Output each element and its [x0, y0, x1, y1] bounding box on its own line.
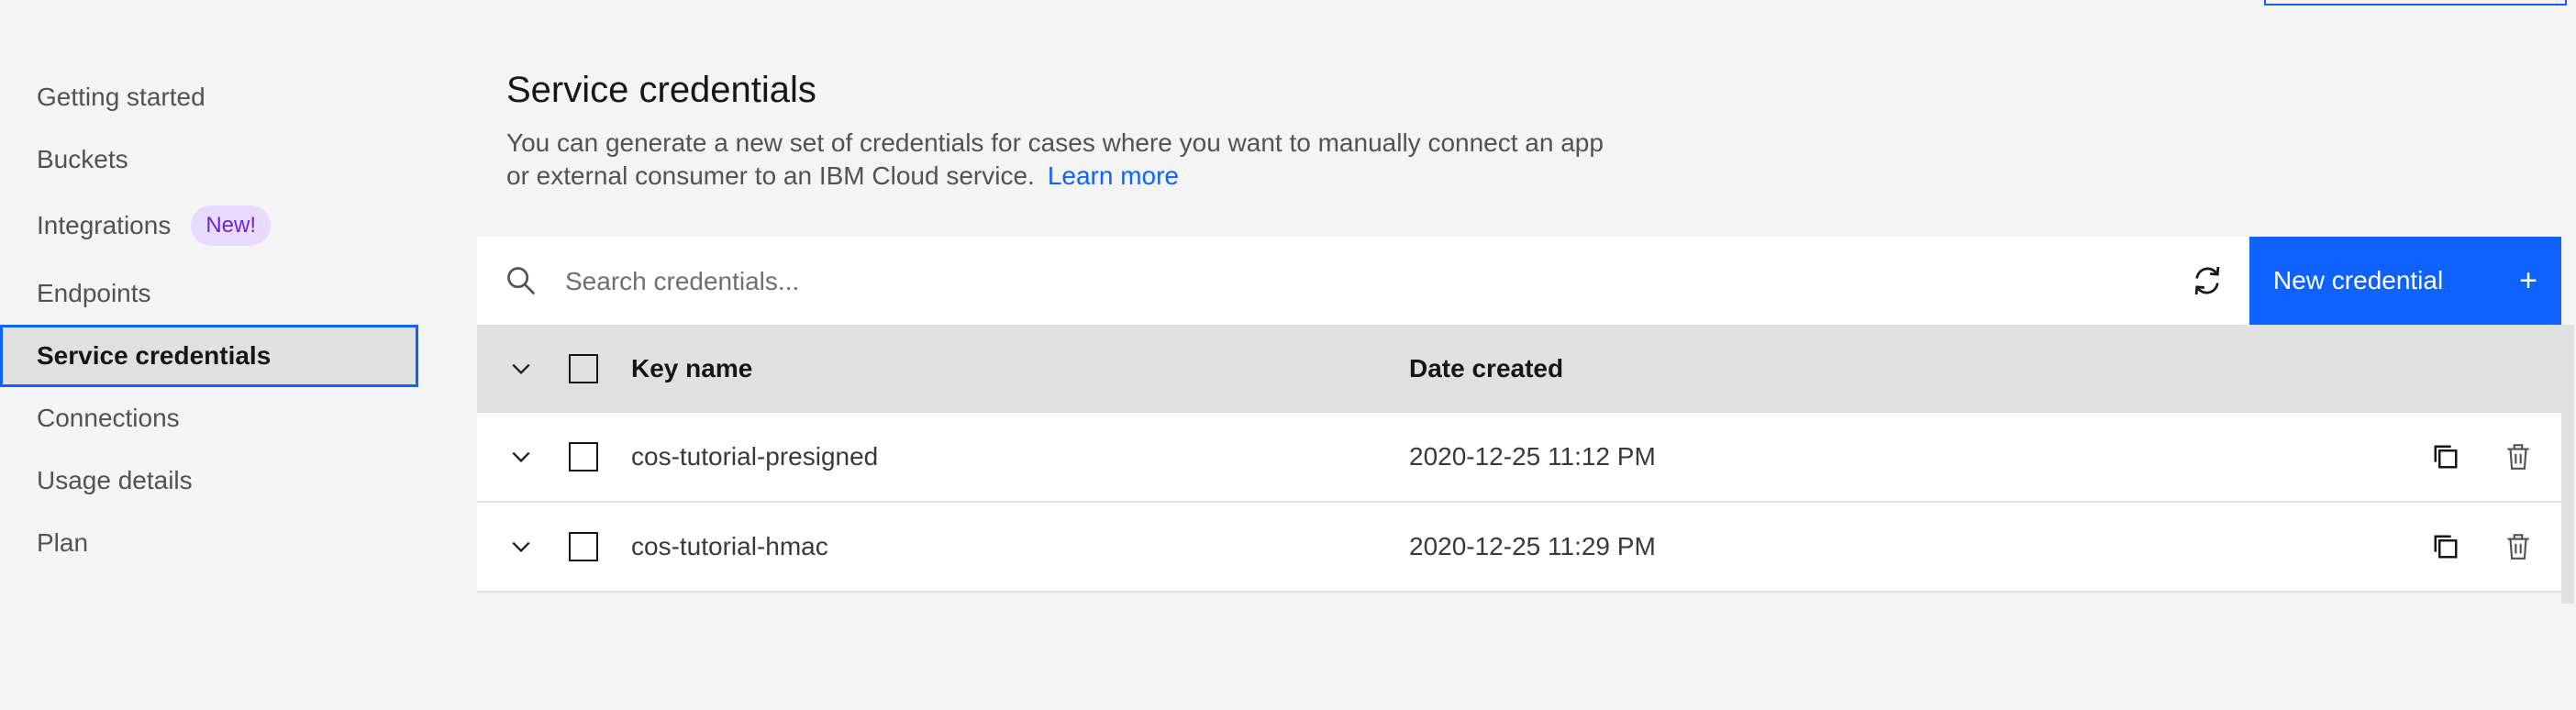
key-name-cell: cos-tutorial-presigned: [631, 442, 879, 471]
sidebar-item-integrations[interactable]: Integrations New!: [0, 194, 418, 257]
table-header-row: Key name Date created: [477, 325, 2561, 413]
plus-icon: +: [2519, 263, 2537, 298]
copy-icon[interactable]: [2429, 440, 2462, 473]
row-checkbox[interactable]: [569, 532, 598, 561]
top-action-button-edge[interactable]: [2264, 0, 2567, 6]
column-header-date-created[interactable]: Date created: [1409, 354, 1563, 383]
sidebar-item-endpoints[interactable]: Endpoints: [0, 262, 418, 325]
sidebar-item-label: Service credentials: [37, 341, 272, 370]
learn-more-link[interactable]: Learn more: [1048, 161, 1179, 190]
select-all-checkbox[interactable]: [569, 354, 598, 383]
credentials-table: Key name Date created cos-tutorial-presi…: [477, 325, 2561, 593]
sidebar-item-plan[interactable]: Plan: [0, 512, 418, 574]
expand-row-chevron-icon[interactable]: [508, 444, 534, 470]
key-name-cell: cos-tutorial-hmac: [631, 532, 828, 560]
page-title: Service credentials: [506, 70, 816, 110]
sidebar-item-connections[interactable]: Connections: [0, 387, 418, 449]
table-row: cos-tutorial-hmac 2020-12-25 11:29 PM: [477, 503, 2561, 593]
new-credential-label: New credential: [2273, 266, 2444, 294]
sidebar-item-label: Connections: [37, 404, 180, 432]
sidebar-item-service-credentials[interactable]: Service credentials: [0, 325, 418, 387]
row-checkbox[interactable]: [569, 442, 598, 471]
copy-icon[interactable]: [2429, 530, 2462, 563]
sidebar-item-label: Buckets: [37, 145, 128, 173]
sidebar-item-getting-started[interactable]: Getting started: [0, 66, 418, 128]
table-toolbar: New credential +: [477, 237, 2561, 325]
search-input[interactable]: [563, 253, 1668, 310]
sidebar-item-usage-details[interactable]: Usage details: [0, 449, 418, 512]
delete-icon[interactable]: [2503, 440, 2534, 473]
sidebar-item-label: Integrations: [37, 211, 172, 239]
sidebar-item-label: Getting started: [37, 83, 205, 111]
table-row: cos-tutorial-presigned 2020-12-25 11:12 …: [477, 413, 2561, 503]
refresh-icon[interactable]: [2189, 262, 2226, 299]
sidebar-item-buckets[interactable]: Buckets: [0, 128, 418, 191]
search-icon: [507, 267, 535, 294]
page-description: You can generate a new set of credential…: [506, 127, 1607, 193]
new-badge: New!: [191, 205, 272, 246]
expand-row-chevron-icon[interactable]: [508, 534, 534, 560]
sidebar-item-label: Plan: [37, 528, 89, 557]
expand-all-chevron-icon[interactable]: [508, 356, 534, 382]
column-header-key-name[interactable]: Key name: [631, 354, 752, 383]
date-created-cell: 2020-12-25 11:29 PM: [1409, 532, 1656, 560]
sidebar-item-label: Endpoints: [37, 279, 151, 307]
new-credential-button[interactable]: New credential +: [2249, 237, 2561, 325]
table-scrollbar[interactable]: [2561, 325, 2574, 604]
date-created-cell: 2020-12-25 11:12 PM: [1409, 442, 1656, 471]
sidebar-item-label: Usage details: [37, 466, 193, 494]
delete-icon[interactable]: [2503, 530, 2534, 563]
